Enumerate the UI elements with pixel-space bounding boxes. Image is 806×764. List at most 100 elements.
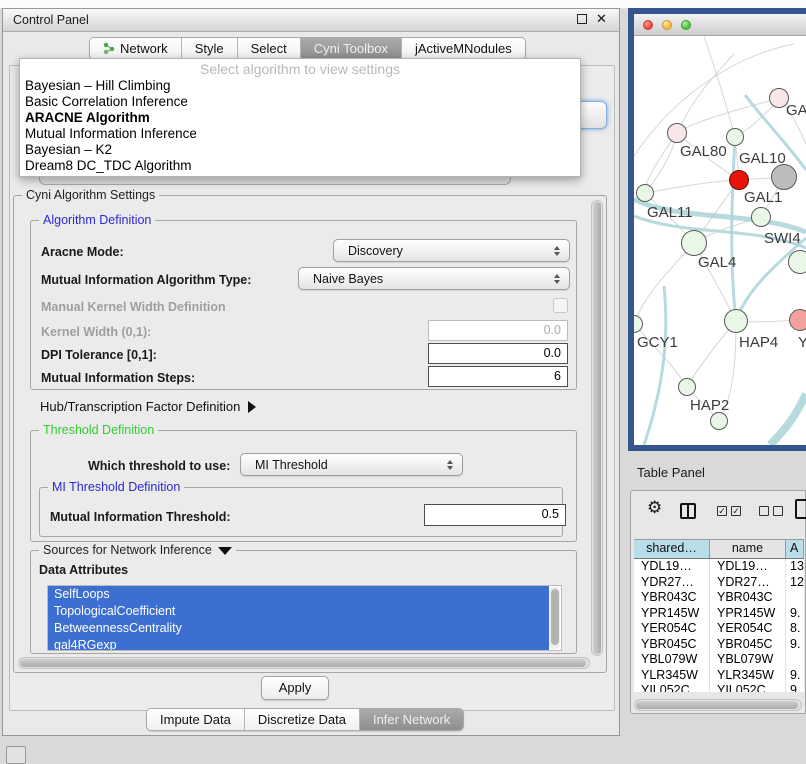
network-window-titlebar — [634, 14, 806, 36]
node-gal11[interactable] — [636, 184, 654, 202]
node-salmon[interactable] — [789, 309, 806, 331]
threshold-definition-title: Threshold Definition — [39, 423, 158, 437]
dpi-tolerance-field[interactable]: 0.0 — [428, 343, 568, 364]
control-panel-titlebar: Control Panel — [3, 9, 619, 32]
list-scrollbar[interactable] — [549, 587, 560, 649]
list-item[interactable]: SelfLoops — [48, 586, 549, 603]
sources-group-title[interactable]: Sources for Network Inference — [39, 543, 236, 557]
data-attributes-list[interactable]: SelfLoops TopologicalCoefficient Between… — [47, 585, 562, 651]
node-right-green[interactable] — [788, 250, 806, 274]
tab-impute-data[interactable]: Impute Data — [147, 709, 245, 730]
zoom-traffic-light-icon[interactable] — [681, 20, 691, 30]
network-canvas[interactable]: GAL GAL80 GAL10 GAL1 GAL11 SWI4 GAL4 GCY… — [634, 36, 806, 445]
deselect-all-checkbox-icon[interactable] — [773, 506, 783, 516]
tab-network[interactable]: Network — [90, 38, 182, 59]
table-header-row: shared… name A — [634, 539, 804, 559]
tab-infer-network[interactable]: Infer Network — [360, 709, 463, 730]
dpi-tolerance-label: DPI Tolerance [0,1]: — [41, 348, 157, 362]
table-row[interactable]: YDL19…YDL19…13 — [634, 559, 804, 575]
tab-select[interactable]: Select — [238, 38, 301, 59]
node-label: HAP4 — [739, 334, 778, 351]
bottom-tabbar: Impute Data Discretize Data Infer Networ… — [146, 708, 464, 731]
node-gal1-selected[interactable] — [729, 170, 749, 190]
close-traffic-light-icon[interactable] — [643, 20, 653, 30]
algorithm-option[interactable]: Bayesian – K2 — [20, 142, 580, 158]
node-hap4[interactable] — [724, 309, 748, 333]
combo-stepper-icon — [549, 246, 565, 256]
node-bottom[interactable] — [710, 412, 728, 430]
gear-icon[interactable]: ⚙ — [647, 498, 662, 518]
tab-discretize-data[interactable]: Discretize Data — [245, 709, 360, 730]
float-window-icon[interactable] — [577, 14, 587, 24]
kernel-width-field[interactable]: 0.0 — [428, 320, 568, 341]
tab-jactivemnodules[interactable]: jActiveMNodules — [402, 38, 525, 59]
node-label: GAL4 — [698, 254, 736, 271]
deselect-all-checkbox-icon[interactable] — [759, 506, 769, 516]
algorithm-dropdown-popup: Select algorithm to view settings Bayesi… — [19, 58, 581, 177]
tab-style[interactable]: Style — [182, 38, 238, 59]
algorithm-option-selected[interactable]: ARACNE Algorithm — [20, 110, 580, 126]
column-header-shared-name[interactable]: shared… — [634, 540, 710, 558]
select-all-checkbox-icon[interactable]: ✓ — [731, 506, 741, 516]
control-panel-tabbar: Network Style Select Cyni Toolbox jActiv… — [89, 37, 526, 60]
list-item[interactable]: gal4RGexp — [48, 637, 549, 651]
algorithm-option[interactable]: Mutual Information Inference — [20, 126, 580, 142]
table-row[interactable]: YBR045CYBR045C9. — [634, 637, 804, 653]
table-row[interactable]: YER054CYER054C8. — [634, 621, 804, 637]
minimize-traffic-light-icon[interactable] — [662, 20, 672, 30]
aracne-mode-combo[interactable]: Discovery — [333, 239, 570, 262]
table-row[interactable]: YDR27…YDR27…12 — [634, 575, 804, 591]
settings-vertical-scrollbar[interactable] — [591, 200, 603, 656]
manual-kernel-label: Manual Kernel Width Definition — [41, 300, 226, 314]
node-gal80[interactable] — [667, 123, 687, 143]
sources-group: Sources for Network Inference Data Attri… — [30, 550, 577, 654]
table-row[interactable]: YIL052CYIL052C9 — [634, 683, 804, 692]
network-tab-icon — [103, 42, 116, 55]
mi-type-label: Mutual Information Algorithm Type: — [41, 273, 251, 287]
combo-stepper-icon — [442, 460, 458, 470]
mi-algorithm-type-combo[interactable]: Naive Bayes — [298, 267, 570, 290]
table-horizontal-scrollbar[interactable] — [634, 699, 802, 711]
list-item[interactable]: BetweennessCentrality — [48, 620, 549, 637]
select-all-checkbox-icon[interactable]: ✓ — [717, 506, 727, 516]
table-row[interactable]: YLR345WYLR345W9. — [634, 668, 804, 684]
minimized-panel-icon[interactable] — [6, 746, 26, 764]
node-label: GAL11 — [647, 204, 693, 221]
node-gray[interactable] — [771, 164, 797, 190]
algorithm-option[interactable]: Basic Correlation Inference — [20, 94, 580, 110]
mi-steps-field[interactable]: 6 — [428, 366, 568, 387]
column-header-third[interactable]: A — [786, 540, 804, 558]
close-window-icon[interactable] — [596, 11, 607, 27]
tab-cyni-toolbox[interactable]: Cyni Toolbox — [301, 38, 402, 59]
mi-steps-label: Mutual Information Steps: — [41, 371, 195, 385]
hub-definition-toggle[interactable]: Hub/Transcription Factor Definition — [40, 399, 256, 414]
algorithm-option[interactable]: Dream8 DC_TDC Algorithm — [20, 158, 580, 174]
algorithm-option[interactable]: Bayesian – Hill Climbing — [20, 78, 580, 94]
table-row[interactable]: YBL079WYBL079W — [634, 652, 804, 668]
table-row[interactable]: YBR043CYBR043C — [634, 590, 804, 606]
node-hap2[interactable] — [678, 378, 696, 396]
node-label: Y — [798, 334, 806, 351]
control-panel-window: Control Panel Network Style Select Cyni … — [2, 8, 620, 736]
list-item[interactable]: TopologicalCoefficient — [48, 603, 549, 620]
node-gal4[interactable] — [681, 230, 707, 256]
threshold-definition-group: Threshold Definition Which threshold to … — [30, 430, 577, 542]
mi-threshold-label: Mutual Information Threshold: — [50, 510, 231, 524]
table-doc-icon[interactable] — [795, 499, 806, 519]
table-panel-window: ⚙ ✓ ✓ shared… name A YDL19…YDL19…13 YDR2… — [630, 490, 806, 714]
which-threshold-combo[interactable]: MI Threshold — [240, 453, 463, 476]
mi-threshold-field[interactable]: 0.5 — [424, 504, 566, 526]
popup-placeholder: Select algorithm to view settings — [20, 61, 580, 78]
table-panel-title: Table Panel — [637, 465, 705, 480]
table-row[interactable]: YPR145WYPR145W9. — [634, 606, 804, 622]
column-header-name[interactable]: name — [710, 540, 786, 558]
node-table: shared… name A YDL19…YDL19…13 YDR27…YDR2… — [634, 539, 804, 692]
apply-button[interactable]: Apply — [261, 676, 329, 700]
data-attributes-label: Data Attributes — [39, 563, 128, 577]
algorithm-combo-edge[interactable] — [579, 101, 607, 129]
manual-kernel-checkbox[interactable] — [553, 298, 568, 313]
columns-icon[interactable] — [680, 503, 696, 519]
settings-horizontal-scrollbar[interactable] — [18, 657, 590, 669]
node-swi4[interactable] — [751, 207, 771, 227]
node-gal10[interactable] — [726, 128, 744, 146]
